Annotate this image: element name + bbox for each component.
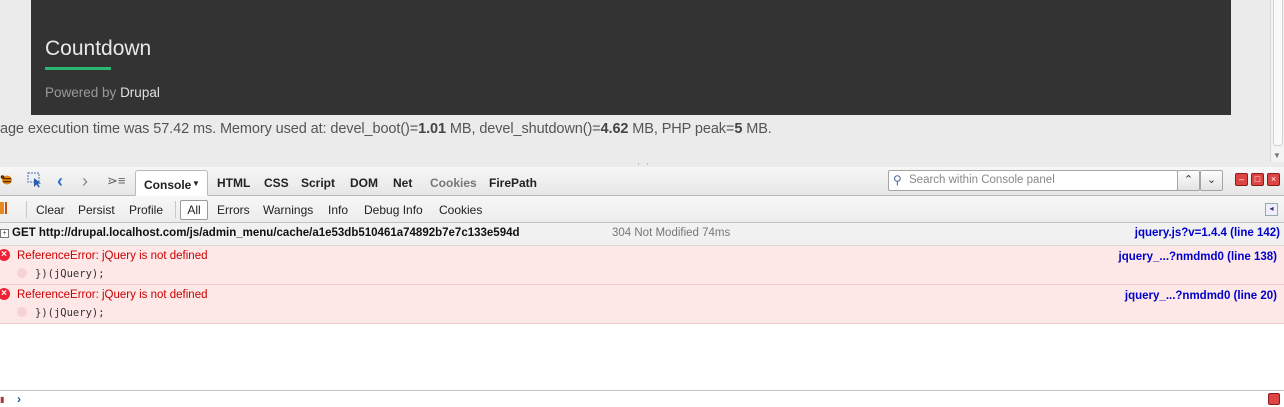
source-link[interactable]: jquery_...?nmdmd0 (line 20) [1125,290,1277,302]
search-icon: ⚲ [893,173,902,187]
breakpoint-icon[interactable] [17,307,27,317]
console-search[interactable]: ⚲ [888,170,1178,191]
profile-button[interactable]: Profile [129,203,163,217]
error-source-code: })(jQuery); [35,268,105,280]
footer-block-title: Countdown [45,37,152,60]
tab-net[interactable]: Net [393,176,412,190]
toolbar-divider [26,201,27,218]
breakpoint-icon[interactable] [17,268,27,278]
page-viewport: Countdown Powered by Drupal age executio… [0,0,1284,162]
request-status: 304 Not Modified 74ms [612,227,731,239]
error-source-code: })(jQuery); [35,307,105,319]
toolbar-divider [175,201,176,218]
page-scrollbar-thumb[interactable] [1273,0,1283,146]
filter-info-button[interactable]: Info [328,203,348,217]
back-arrow-icon[interactable]: ‹ [57,171,63,192]
devel-suffix: MB. [742,121,772,137]
source-link[interactable]: jquery.js?v=1.4.4 (line 142) [1135,227,1280,239]
side-panel-icon[interactable]: ◂ [1265,203,1278,216]
command-prompt[interactable]: › [17,392,21,406]
firebug-toolbar: ‹ › ⋗≡ Console ▼ HTML CSS Script DOM Net… [0,167,1284,196]
tab-cookies[interactable]: Cookies [430,176,477,190]
tab-html[interactable]: HTML [217,176,250,190]
log-entry-error[interactable]: × ReferenceError: jQuery is not defined … [0,285,1284,324]
footer-title-underline [45,67,111,70]
scroll-down-icon[interactable]: ▼ [1273,151,1281,160]
site-footer: Countdown Powered by Drupal [31,0,1231,115]
firebug-icon[interactable] [0,173,13,186]
devel-performance-log: age execution time was 57.42 ms. Memory … [0,121,772,137]
tab-console-label: Console [144,178,192,192]
devel-mid: MB, devel_shutdown()= [445,121,601,137]
close-icon[interactable]: × [1267,173,1280,186]
error-message[interactable]: ReferenceError: jQuery is not defined [17,289,207,301]
firebug-panel: ⋮⋮ ‹ › ⋗≡ Console ▼ HTML CSS Script DOM … [0,162,1284,407]
expand-icon[interactable]: + [0,229,9,238]
detach-icon[interactable]: □ [1251,173,1264,186]
chevron-down-icon: ⌄ [1206,174,1217,186]
error-message[interactable]: ReferenceError: jQuery is not defined [17,250,207,262]
devel-mid2: MB, PHP peak= [628,121,735,137]
request-url: GET http://drupal.localhost.com/js/admin… [12,227,520,239]
command-editor-icon[interactable]: ⋗≡ [107,173,125,189]
forward-arrow-icon[interactable]: › [82,171,88,192]
log-entry-error[interactable]: × ReferenceError: jQuery is not defined … [0,246,1284,285]
firebug-mini-icon[interactable]: ▮ [0,395,4,404]
filter-all-button[interactable]: All [180,200,208,220]
devel-prefix: age execution time was 57.42 ms. Memory … [0,121,419,137]
command-line[interactable]: ▮ › [0,390,1284,407]
tab-dom[interactable]: DOM [350,176,378,190]
error-icon: × [0,249,10,261]
console-toolbar: Clear Persist Profile All Errors Warning… [0,196,1284,223]
search-next-button[interactable]: ⌄ [1200,170,1223,191]
firebug-toggle-icon[interactable] [0,201,12,215]
tab-css[interactable]: CSS [264,176,289,190]
chevron-down-icon[interactable]: ▼ [192,179,200,188]
search-input[interactable] [909,172,1169,188]
filter-warnings-button[interactable]: Warnings [263,203,313,217]
minimize-icon[interactable]: – [1235,173,1248,186]
tab-console[interactable]: Console ▼ [135,170,208,196]
inspect-icon[interactable] [27,172,43,188]
chevron-up-icon: ⌃ [1183,174,1194,186]
source-link[interactable]: jquery_...?nmdmd0 (line 138) [1119,251,1277,263]
devel-boot-value: 1.01 [418,121,446,137]
drupal-link[interactable]: Drupal [120,85,160,100]
tab-firepath[interactable]: FirePath [489,176,537,190]
search-prev-button[interactable]: ⌃ [1177,170,1200,191]
tab-script[interactable]: Script [301,176,335,190]
persist-button[interactable]: Persist [78,203,115,217]
close-icon[interactable] [1268,393,1280,405]
devel-shutdown-value: 4.62 [600,121,629,137]
filter-debug-info-button[interactable]: Debug Info [364,203,423,217]
log-entry-net-request[interactable]: + GET http://drupal.localhost.com/js/adm… [0,223,1284,246]
page-scrollbar[interactable]: ▼ [1270,0,1284,162]
powered-prefix: Powered by [45,85,117,100]
clear-button[interactable]: Clear [36,203,65,217]
powered-by: Powered by Drupal [45,85,160,100]
filter-errors-button[interactable]: Errors [217,203,250,217]
filter-cookies-button[interactable]: Cookies [439,203,482,217]
error-icon: × [0,288,10,300]
